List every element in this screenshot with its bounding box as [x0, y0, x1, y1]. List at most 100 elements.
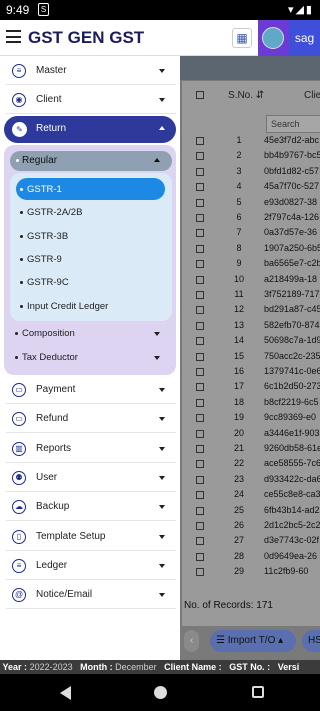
chevron-down-icon [154, 332, 160, 336]
grid-icon[interactable]: ▦ [232, 28, 252, 48]
row-checkbox[interactable] [196, 198, 204, 207]
select-all-checkbox[interactable] [196, 81, 204, 111]
table-row[interactable]: 14 50698c7a-1d9 [182, 335, 320, 347]
edit-icon: ✎ [12, 122, 27, 137]
submenu-composition[interactable]: Composition [12, 324, 172, 344]
row-checkbox[interactable] [196, 522, 204, 530]
table-row[interactable]: 16 1379741c-0e6 [182, 366, 320, 378]
table-row[interactable]: 2 bb4b9767-bc5 [182, 150, 320, 162]
row-checkbox[interactable] [196, 537, 204, 546]
row-checkbox[interactable] [196, 167, 204, 176]
table-row[interactable]: 9 ba6565e7-c2b [182, 258, 320, 270]
row-checkbox[interactable] [196, 321, 204, 330]
row-checkbox[interactable] [196, 337, 204, 346]
row-checkbox[interactable] [196, 506, 204, 515]
table-row[interactable]: 22 ace58555-7c6 [182, 458, 320, 470]
table-row[interactable]: 19 9cc89369-e0 [182, 412, 320, 424]
home-icon[interactable] [154, 686, 167, 699]
table-row[interactable]: 25 6fb43b14-ad2 [182, 505, 320, 517]
search-input[interactable]: Search [266, 115, 320, 133]
table-row[interactable]: 6 2f797c4a-126 [182, 212, 320, 224]
table-row[interactable]: 4 45a7f70c-527 [182, 181, 320, 193]
gst-no-label: GST No. : [229, 662, 271, 672]
submenu-item-gstr-9c[interactable]: GSTR-9C [16, 271, 165, 293]
avatar-button[interactable] [258, 20, 289, 56]
row-checkbox[interactable] [196, 552, 204, 561]
table-row[interactable]: 21 9260db58-61e [182, 443, 320, 455]
table-row[interactable]: 8 1907a250-6b5 [182, 243, 320, 255]
table-row[interactable]: 27 d3e7743c-02f [182, 535, 320, 547]
table-row[interactable]: 12 bd291a87-c45 [182, 304, 320, 316]
row-checkbox[interactable] [196, 229, 204, 238]
table-row[interactable]: 15 750acc2c-235 [182, 351, 320, 363]
table-row[interactable]: 1 45e3f7d2-abc [182, 135, 320, 147]
row-checkbox[interactable] [196, 429, 204, 438]
row-checkbox[interactable] [196, 352, 204, 361]
table-row[interactable]: 3 0bfd1d82-c57 [182, 166, 320, 178]
row-checkbox[interactable] [196, 475, 204, 484]
menu-item-reports[interactable]: ▥ Reports [6, 436, 176, 463]
submenu-item-gstr-9[interactable]: GSTR-9 [16, 248, 165, 270]
table-row[interactable]: 29 11c2fb9-60 [182, 566, 320, 578]
table-row[interactable]: 24 ce55c8e8-ca3 [182, 489, 320, 501]
menu-item-refund[interactable]: ▭ Refund [6, 406, 176, 433]
submenu-item-input-credit-ledger[interactable]: Input Credit Ledger [16, 295, 165, 317]
row-checkbox[interactable] [196, 183, 204, 192]
table-row[interactable]: 11 3f752189-717 [182, 289, 320, 301]
year-label: Year : [2, 662, 28, 672]
row-checkbox[interactable] [196, 291, 204, 299]
back-icon[interactable] [60, 686, 71, 700]
version-label: Versi [277, 662, 300, 672]
row-checkbox[interactable] [196, 398, 204, 407]
row-checkbox[interactable] [196, 306, 204, 315]
submenu-item-gstr-3b[interactable]: GSTR-3B [16, 225, 165, 247]
row-sno: 17 [233, 381, 244, 392]
menu-item-template-setup[interactable]: ▯ Template Setup [6, 524, 176, 551]
column-header-client[interactable]: Clie [304, 81, 320, 111]
table-row[interactable]: 20 a3446e1f-903 [182, 428, 320, 440]
menu-item-return[interactable]: ✎ Return [4, 116, 176, 143]
row-checkbox[interactable] [196, 152, 204, 161]
row-checkbox[interactable] [196, 368, 204, 376]
recents-icon[interactable] [252, 686, 264, 698]
row-checkbox[interactable] [196, 414, 204, 423]
row-checkbox[interactable] [196, 275, 204, 284]
row-checkbox[interactable] [196, 445, 204, 453]
submenu-regular[interactable]: Regular [10, 151, 172, 171]
table-row[interactable]: 10 a218499a-18 [182, 274, 320, 286]
user-name[interactable]: sag [289, 20, 320, 56]
menu-item-payment[interactable]: ▭ Payment [6, 377, 176, 404]
import-button[interactable]: ☰ Import T/O ▴ [210, 630, 296, 652]
menu-item-client[interactable]: ◉ Client [6, 87, 176, 114]
menu-item-master[interactable]: ≡ Master [6, 58, 176, 85]
row-checkbox[interactable] [196, 137, 204, 145]
submenu-item-gstr-1[interactable]: GSTR-1 [16, 178, 165, 200]
menu-item-notice-email[interactable]: @ Notice/Email [6, 582, 176, 609]
menu-item-backup[interactable]: ☁ Backup [6, 494, 176, 521]
row-checkbox[interactable] [196, 383, 204, 392]
prev-button[interactable]: ‹ [184, 630, 200, 652]
sort-icon[interactable]: ⇵ [256, 90, 264, 101]
row-checkbox[interactable] [196, 214, 204, 222]
table-row[interactable]: 5 e93d0827-38 [182, 197, 320, 209]
table-row[interactable]: 18 b8cf2219-6c5 [182, 397, 320, 409]
table-row[interactable]: 23 d933422c-da6 [182, 474, 320, 486]
table-row[interactable]: 28 0d9649ea-26 [182, 551, 320, 563]
table-row[interactable]: 26 2d1c2bc5-2c2 [182, 520, 320, 532]
row-checkbox[interactable] [196, 568, 204, 577]
submenu-item-gstr-2a-2b[interactable]: GSTR-2A/2B [16, 201, 165, 223]
row-checkbox[interactable] [196, 260, 204, 269]
hs-button[interactable]: HS [302, 630, 320, 652]
menu-item-user[interactable]: ⚉ User [6, 465, 176, 492]
row-checkbox[interactable] [196, 460, 204, 469]
hamburger-menu-icon[interactable] [6, 30, 21, 43]
menu-item-ledger[interactable]: ≡ Ledger [6, 553, 176, 580]
row-checkbox[interactable] [196, 244, 204, 253]
table-row[interactable]: 17 6c1b2d50-273 [182, 381, 320, 393]
table-row[interactable]: 7 0a37d57e-36 [182, 227, 320, 239]
submenu-tax-deductor[interactable]: Tax Deductor [12, 348, 172, 368]
row-checkbox[interactable] [196, 491, 204, 500]
column-header-sno[interactable]: S.No. ⇵ [228, 81, 264, 111]
table-row[interactable]: 13 582efb70-874 [182, 320, 320, 332]
row-client-id: 50698c7a-1d9 [264, 335, 320, 346]
